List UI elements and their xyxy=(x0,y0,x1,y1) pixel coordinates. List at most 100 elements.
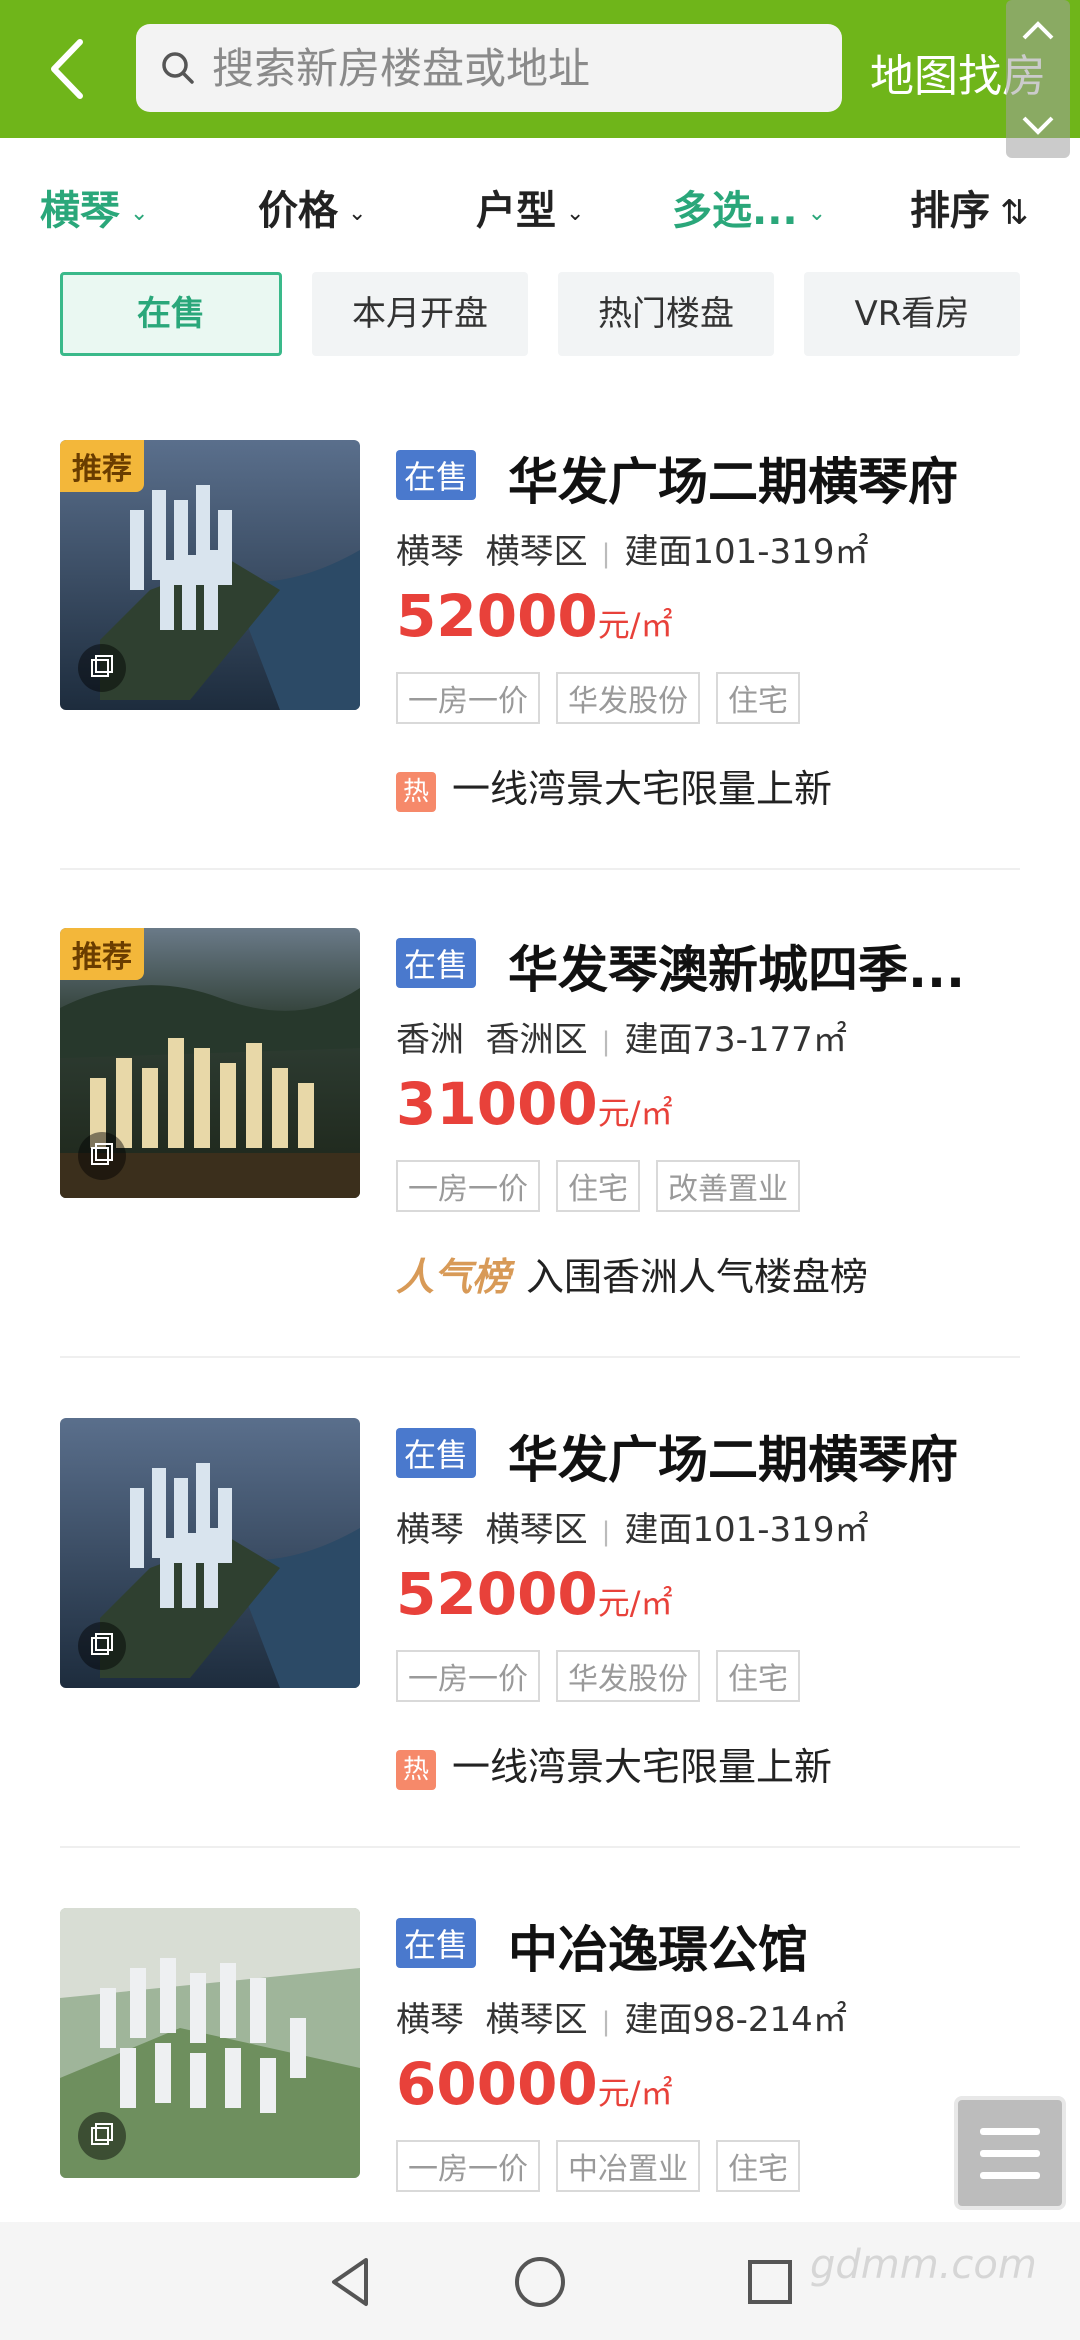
tag: 一房一价 xyxy=(396,672,540,724)
system-navigation-bar: gdmm.com xyxy=(0,2222,1080,2340)
status-badge: 在售 xyxy=(396,1428,477,1478)
sort-icon: ⇅ xyxy=(1000,193,1029,233)
price-value: 52000 xyxy=(396,1560,598,1628)
price-value: 31000 xyxy=(396,1070,598,1138)
price-unit: 元/㎡ xyxy=(597,1094,673,1132)
filter-more[interactable]: 多选... ⌄ xyxy=(672,178,826,236)
price: 60000元/㎡ xyxy=(396,2050,673,2118)
back-arrow-icon xyxy=(51,39,83,99)
filter-label: 户型 xyxy=(476,188,556,234)
tag: 改善置业 xyxy=(656,1160,800,1212)
property-title: 华发广场二期横琴府 xyxy=(508,1431,958,1489)
vr-icon[interactable] xyxy=(78,644,126,692)
location-line: 横琴 横琴区 | 建面101-319㎡ xyxy=(396,524,868,573)
promo-line: 人气榜 入围香洲人气楼盘榜 xyxy=(396,1246,868,1301)
area: 横琴区 xyxy=(485,532,588,572)
property-photo xyxy=(60,1418,360,1688)
status-badge: 在售 xyxy=(396,450,477,500)
listing-card[interactable]: 在售 中冶逸璟公馆 横琴 横琴区 | 建面98-214㎡ 60000元/㎡ 一房一价… xyxy=(60,1908,1020,2192)
menu-icon-line xyxy=(980,2172,1040,2179)
filter-region[interactable]: 横琴 ⌄ xyxy=(40,178,148,236)
status-badge: 在售 xyxy=(396,1918,477,1968)
price-value: 60000 xyxy=(396,2050,598,2118)
listing-card[interactable]: 推荐 在售 华发琴澳新城四季... 香洲 香洲区 | 建面73-177㎡ 31000… xyxy=(60,928,1020,1368)
chevron-up-icon xyxy=(1022,21,1054,40)
floating-menu-button[interactable] xyxy=(954,2096,1066,2210)
nav-back-icon[interactable] xyxy=(326,2254,376,2310)
chevron-down-icon: ⌄ xyxy=(130,200,149,226)
listing-card[interactable]: 推荐 在售 华发广场二期横琴府 横琴 横琴区 | 建面101-319㎡ 52000元… xyxy=(60,440,1020,880)
promo-line: 热一线湾景大宅限量上新 xyxy=(396,1736,832,1791)
tag: 住宅 xyxy=(716,1650,800,1702)
divider xyxy=(60,1356,1020,1358)
chip-hot-projects[interactable]: 热门楼盘 xyxy=(558,272,774,356)
property-title: 华发广场二期横琴府 xyxy=(508,453,958,511)
separator: | xyxy=(601,1026,611,1057)
tag-list: 一房一价 住宅 改善置业 xyxy=(396,1160,816,1212)
chip-opening-this-month[interactable]: 本月开盘 xyxy=(312,272,528,356)
filter-label: 多选... xyxy=(672,188,798,234)
nav-recents-icon[interactable] xyxy=(744,2254,796,2310)
promo-text: 一线湾景大宅限量上新 xyxy=(452,767,833,811)
price-unit: 元/㎡ xyxy=(597,606,673,644)
tag: 住宅 xyxy=(716,2140,800,2192)
vr-icon[interactable] xyxy=(78,1622,126,1670)
listing-card[interactable]: 在售 华发广场二期横琴府 横琴 横琴区 | 建面101-319㎡ 52000元/㎡ … xyxy=(60,1418,1020,1858)
tag-list: 一房一价 华发股份 住宅 xyxy=(396,672,816,724)
vr-icon[interactable] xyxy=(78,1132,126,1180)
chevron-down-icon xyxy=(1022,116,1054,135)
filter-sort[interactable]: 排序 ⇅ xyxy=(910,178,1029,236)
filter-layout[interactable]: 户型 ⌄ xyxy=(476,178,584,236)
hot-icon: 热 xyxy=(396,771,436,812)
chip-on-sale[interactable]: 在售 xyxy=(60,272,282,356)
hot-icon: 热 xyxy=(396,1749,436,1790)
search-icon xyxy=(162,52,194,84)
tag: 一房一价 xyxy=(396,1160,540,1212)
price-value: 52000 xyxy=(396,582,598,650)
filter-price[interactable]: 价格 ⌄ xyxy=(258,178,366,236)
tag-list: 一房一价 中冶置业 住宅 xyxy=(396,2140,816,2192)
property-title: 华发琴澳新城四季... xyxy=(508,941,965,999)
menu-icon-line xyxy=(980,2150,1040,2157)
watermark: gdmm.com xyxy=(810,2242,1037,2288)
search-box[interactable] xyxy=(136,24,842,112)
filter-label: 价格 xyxy=(258,188,338,234)
location-line: 香洲 香洲区 | 建面73-177㎡ xyxy=(396,1012,847,1061)
nav-home-icon[interactable] xyxy=(512,2254,568,2310)
menu-icon-line xyxy=(980,2128,1040,2135)
top-bar: 地图找房 xyxy=(0,0,1080,158)
divider xyxy=(60,868,1020,870)
promo-line: 热一线湾景大宅限量上新 xyxy=(396,758,832,813)
floor-area: 建面101-319㎡ xyxy=(624,1510,869,1550)
area: 横琴区 xyxy=(485,1510,588,1550)
tag: 住宅 xyxy=(556,1160,640,1212)
property-title: 中冶逸璟公馆 xyxy=(508,1921,808,1979)
floor-area: 建面73-177㎡ xyxy=(624,1020,847,1060)
price: 52000元/㎡ xyxy=(396,582,673,650)
price: 31000元/㎡ xyxy=(396,1070,673,1138)
chevron-down-icon: ⌄ xyxy=(807,200,827,226)
back-button[interactable] xyxy=(40,34,100,104)
tag: 华发股份 xyxy=(556,672,700,724)
separator: | xyxy=(601,538,611,569)
separator: | xyxy=(601,2006,611,2037)
promo-text: 一线湾景大宅限量上新 xyxy=(452,1745,833,1789)
floor-area: 建面101-319㎡ xyxy=(624,532,869,572)
search-input[interactable] xyxy=(212,24,822,112)
chevron-down-icon: ⌄ xyxy=(348,200,367,226)
district: 横琴 xyxy=(396,2000,464,2040)
price-unit: 元/㎡ xyxy=(597,2074,673,2112)
area: 横琴区 xyxy=(485,2000,588,2040)
location-line: 横琴 横琴区 | 建面101-319㎡ xyxy=(396,1502,868,1551)
separator: | xyxy=(601,1516,611,1547)
chip-vr-tour[interactable]: VR看房 xyxy=(804,272,1020,356)
tag: 中冶置业 xyxy=(556,2140,700,2192)
tag: 住宅 xyxy=(716,672,800,724)
filter-bar: 横琴 ⌄ 价格 ⌄ 户型 ⌄ 多选... ⌄ 排序 ⇅ xyxy=(0,160,1080,250)
location-line: 横琴 横琴区 | 建面98-214㎡ xyxy=(396,1992,847,2041)
page-scroll-control[interactable] xyxy=(1006,0,1070,158)
tag: 一房一价 xyxy=(396,1650,540,1702)
vr-icon[interactable] xyxy=(78,2112,126,2160)
popularity-rank-icon: 人气榜 xyxy=(396,1255,511,1299)
price: 52000元/㎡ xyxy=(396,1560,673,1628)
